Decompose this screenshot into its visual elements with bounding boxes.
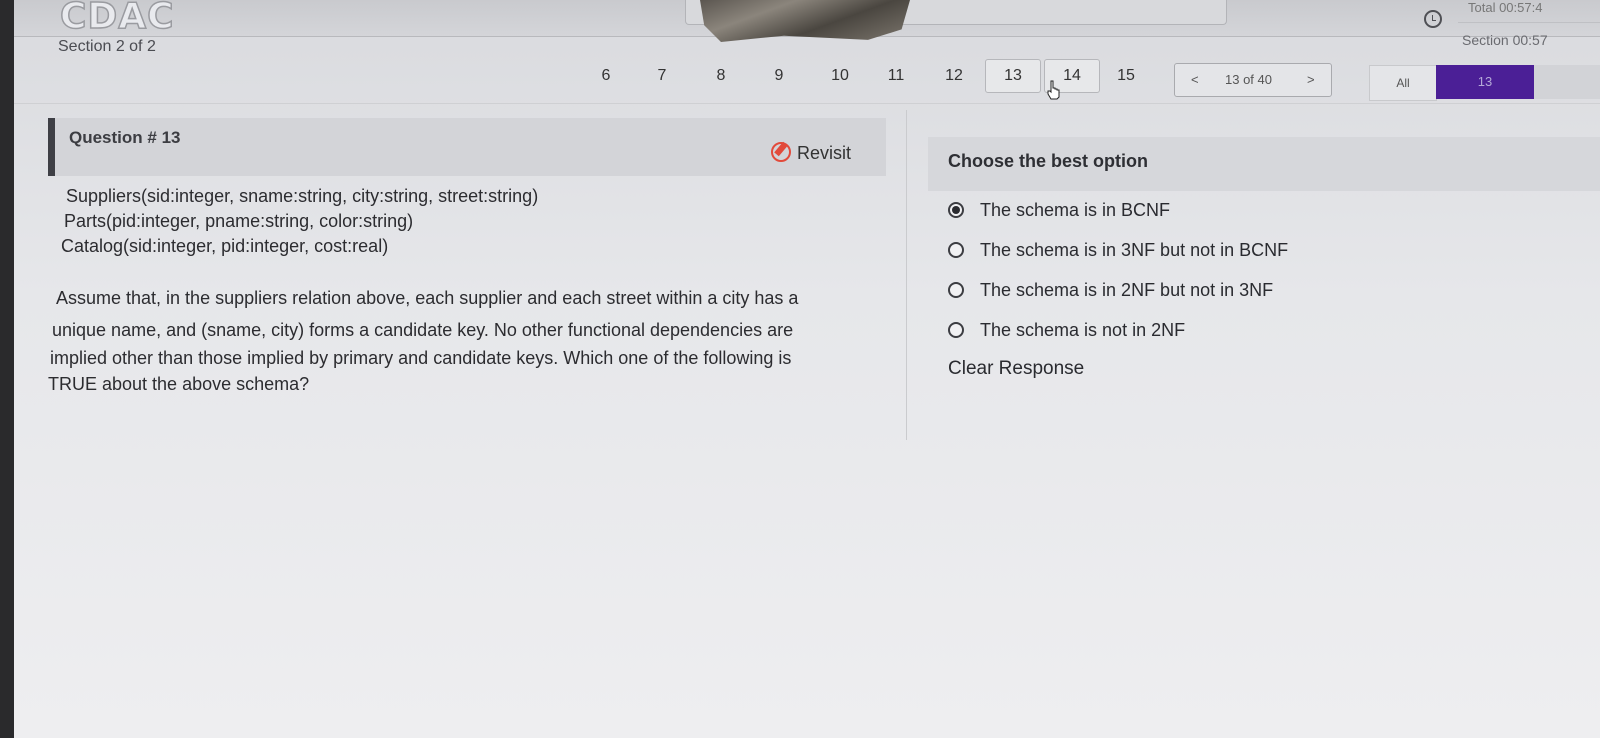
question-pager: < 13 of 40 > — [1174, 63, 1332, 97]
filter-bar-end — [1534, 65, 1600, 99]
screen-bezel — [0, 0, 14, 738]
timer-divider — [1458, 22, 1600, 23]
question-nav-11[interactable]: 11 — [878, 60, 914, 92]
clear-response-button[interactable]: Clear Response — [948, 358, 1084, 380]
obstruction-tape — [700, 0, 910, 42]
question-title: Question # 13 — [69, 128, 181, 147]
options-title: Choose the best option — [948, 151, 1148, 171]
filter-all-button[interactable]: All — [1369, 65, 1437, 101]
hand-cursor-icon — [1047, 80, 1060, 100]
question-nav-10[interactable]: 10 — [822, 60, 858, 92]
timer-section: Section 00:57 — [1462, 32, 1548, 48]
question-navigator: 6 7 8 9 10 11 12 13 14 15 < 13 of 40 > A… — [14, 55, 1600, 103]
question-nav-12[interactable]: 12 — [936, 60, 972, 92]
section-label: Section 2 of 2 — [58, 38, 156, 55]
question-nav-13-current[interactable]: 13 — [985, 59, 1041, 93]
question-nav-9[interactable]: 9 — [761, 60, 797, 92]
schema-line-parts: Parts(pid:integer, pname:string, color:s… — [64, 211, 414, 231]
question-nav-7[interactable]: 7 — [644, 60, 680, 92]
question-paragraph-line: TRUE about the above schema? — [48, 374, 310, 394]
question-nav-6[interactable]: 6 — [588, 60, 624, 92]
question-header: Question # 13 Revisit — [48, 118, 886, 176]
radio-selected-icon[interactable] — [948, 202, 964, 218]
option-label[interactable]: The schema is in 3NF but not in BCNF — [980, 240, 1288, 261]
schema-line-suppliers: Suppliers(sid:integer, sname:string, cit… — [66, 186, 539, 206]
filter-current-button[interactable]: 13 — [1436, 65, 1534, 99]
timer-total: Total 00:57:4 — [1468, 0, 1543, 15]
option-label[interactable]: The schema is in 2NF but not in 3NF — [980, 280, 1273, 301]
next-question-button[interactable]: > — [1307, 72, 1315, 87]
option-label[interactable]: The schema is in BCNF — [980, 200, 1170, 221]
question-nav-8[interactable]: 8 — [703, 60, 739, 92]
options-header: Choose the best option — [928, 137, 1600, 191]
question-position: 13 of 40 — [1225, 72, 1272, 87]
question-paragraph-line: implied other than those implied by prim… — [50, 348, 792, 368]
revisit-button[interactable]: Revisit — [797, 143, 851, 164]
clock-icon — [1424, 10, 1442, 28]
question-paragraph-line: unique name, and (sname, city) forms a c… — [52, 320, 794, 340]
question-paragraph-line: Assume that, in the suppliers relation a… — [56, 288, 799, 308]
radio-icon[interactable] — [948, 322, 964, 338]
schema-line-catalog: Catalog(sid:integer, pid:integer, cost:r… — [61, 236, 389, 256]
radio-icon[interactable] — [948, 242, 964, 258]
nav-divider — [14, 103, 1600, 104]
question-nav-15[interactable]: 15 — [1108, 60, 1144, 92]
option-label[interactable]: The schema is not in 2NF — [980, 320, 1185, 341]
cdac-logo: CDAC — [59, 0, 175, 38]
prev-question-button[interactable]: < — [1191, 72, 1199, 87]
panel-divider — [906, 110, 907, 440]
radio-icon[interactable] — [948, 282, 964, 298]
pencil-icon[interactable] — [771, 142, 791, 162]
